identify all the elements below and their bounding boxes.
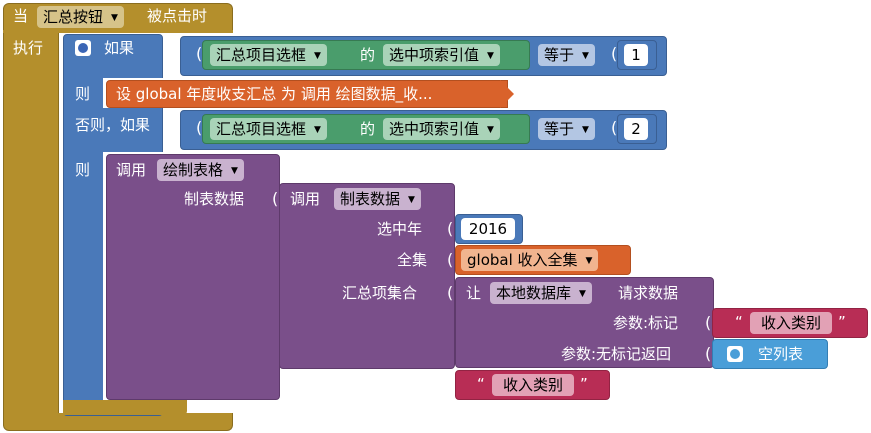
string-key-close-quote: ” (580, 375, 588, 393)
db-param-default-label: 参数:无标记返回 (561, 345, 672, 363)
year-value[interactable]: 2016 (461, 218, 515, 240)
cond1-component-dropdown[interactable]: 汇总项目选框 ▼ (210, 44, 327, 66)
chevron-down-icon: ▼ (487, 51, 494, 61)
chevron-down-icon: ▼ (582, 125, 589, 135)
socket-icon: ( (446, 374, 453, 393)
chevron-down-icon: ▼ (111, 13, 118, 23)
cond1-property-dropdown[interactable]: 选中项索引值 ▼ (383, 44, 500, 66)
socket-icon: ( (174, 40, 181, 59)
chevron-down-icon: ▼ (585, 256, 593, 266)
event-name: 被点击时 (147, 7, 208, 25)
socket-icon: ( (705, 344, 712, 363)
db-param-tag-label: 参数:标记 (613, 314, 679, 332)
chevron-down-icon: ▼ (582, 51, 589, 61)
call-make-table-block[interactable] (279, 183, 455, 369)
string-tag-value[interactable]: 收入类别 (750, 312, 832, 334)
cond1-operator-label: 等于 (544, 46, 575, 64)
event-component-label: 汇总按钮 (43, 8, 104, 26)
socket-icon: ( (447, 250, 454, 269)
param-all-label: 全集 (397, 251, 428, 269)
string-tag-open-quote: “ (735, 313, 743, 331)
chevron-down-icon: ▼ (314, 51, 321, 61)
gear-icon[interactable] (75, 40, 91, 56)
if-label: 如果 (104, 39, 135, 57)
chevron-down-icon: ▼ (487, 125, 494, 135)
if-block-footer-blue (63, 400, 103, 415)
call-draw-label: 调用 (116, 161, 147, 179)
string-key-value[interactable]: 收入类别 (492, 374, 574, 396)
draw-proc-dropdown[interactable]: 绘制表格 ▼ (157, 159, 244, 181)
else-if-label: 否则，如果 (75, 116, 151, 134)
cond2-of: 的 (360, 120, 376, 138)
cond1-operator-dropdown[interactable]: 等于 ▼ (538, 44, 595, 66)
cond2-operator-dropdown[interactable]: 等于 ▼ (538, 118, 595, 140)
db-method-label: 请求数据 (618, 284, 679, 302)
gear-icon[interactable] (727, 346, 743, 362)
param-table-label: 制表数据 (184, 190, 245, 208)
socket-icon: ( (174, 114, 181, 133)
chevron-down-icon: ▼ (579, 289, 586, 299)
cond2-component-dropdown[interactable]: 汇总项目选框 ▼ (210, 118, 327, 140)
socket-icon: ( (272, 189, 279, 208)
param-year-label: 选中年 (377, 220, 423, 238)
event-prefix: 当 (13, 7, 29, 25)
do-label: 执行 (13, 39, 44, 57)
number-value-1[interactable]: 1 (624, 44, 648, 66)
socket-icon: ( (196, 44, 203, 63)
global-get-label: global 收入全集 (467, 251, 578, 269)
cond2-component-label: 汇总项目选框 (216, 120, 307, 138)
event-component-dropdown[interactable]: 汇总按钮 ▼ (37, 6, 124, 28)
draw-proc-label: 绘制表格 (163, 161, 224, 179)
make-proc-label: 制表数据 (340, 190, 401, 208)
chevron-down-icon: ▼ (231, 166, 238, 176)
then-label: 则 (75, 85, 91, 103)
chevron-down-icon: ▼ (314, 125, 321, 135)
socket-icon: ( (447, 219, 454, 238)
event-block-top-extension (3, 30, 233, 33)
param-key-label: 键 (414, 375, 430, 393)
cond1-component-label: 汇总项目选框 (216, 46, 307, 64)
set-variable-text: 设 global 年度收支汇总 为 调用 绘图数据_收... (116, 85, 433, 103)
cond1-of: 的 (360, 46, 376, 64)
chevron-down-icon: ▼ (408, 195, 415, 205)
cond2-property-label: 选中项索引值 (389, 120, 480, 138)
call-make-label: 调用 (290, 190, 321, 208)
global-get-dropdown[interactable]: global 收入全集 ▼ (461, 249, 599, 271)
param-summary-label: 汇总项集合 (342, 284, 418, 302)
db-component-dropdown[interactable]: 本地数据库 ▼ (490, 282, 592, 304)
empty-list-label: 空列表 (758, 345, 804, 363)
db-let-label: 让 (466, 284, 482, 302)
db-component-label: 本地数据库 (496, 284, 572, 302)
socket-icon: ( (196, 118, 203, 137)
string-key-open-quote: “ (477, 375, 485, 393)
then2-label: 则 (75, 161, 91, 179)
socket-icon: ( (705, 313, 712, 332)
number-value-2[interactable]: 2 (624, 118, 648, 140)
string-tag-close-quote: ” (838, 313, 846, 331)
cond1-property-label: 选中项索引值 (389, 46, 480, 64)
cond2-operator-label: 等于 (544, 120, 575, 138)
socket-icon: ( (447, 283, 454, 302)
set-variable-arrow (500, 80, 514, 108)
make-proc-dropdown[interactable]: 制表数据 ▼ (334, 188, 421, 210)
event-block-body (3, 30, 59, 414)
cond2-property-dropdown[interactable]: 选中项索引值 ▼ (383, 118, 500, 140)
